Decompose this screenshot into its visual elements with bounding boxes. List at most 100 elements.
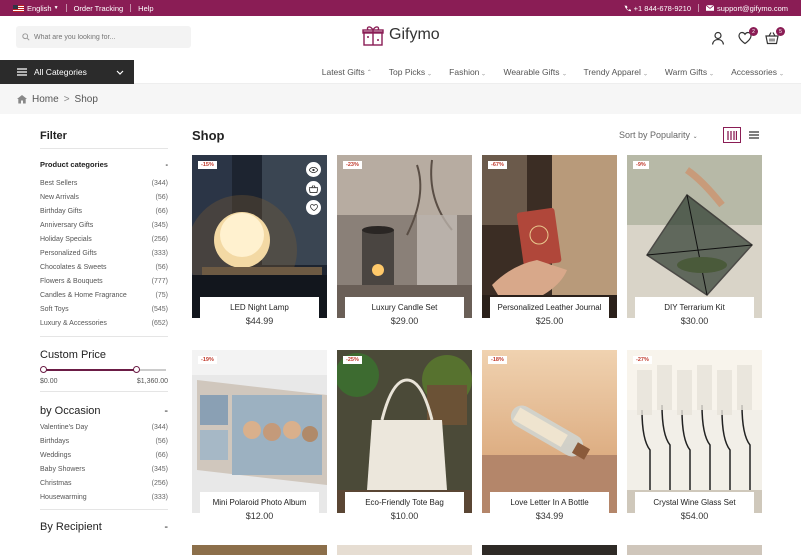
- product-card[interactable]: [192, 545, 327, 555]
- nav-item[interactable]: Wearable Gifts ⌃: [503, 67, 566, 77]
- price-max-handle[interactable]: [133, 366, 140, 373]
- quick-view-button[interactable]: [306, 162, 321, 177]
- wishlist-count-badge: 2: [749, 27, 758, 36]
- product-card[interactable]: [482, 545, 617, 555]
- filter-list-item[interactable]: Baby Showers (345): [40, 462, 168, 476]
- chevron-down-icon: ⌃: [427, 68, 433, 75]
- filter-list-item[interactable]: Anniversary Gifts (345): [40, 218, 168, 232]
- email-link[interactable]: support@gifymo.com: [706, 4, 788, 13]
- recipient-header[interactable]: By Recipient -: [40, 521, 168, 533]
- price-max-label: $1,360.00: [136, 378, 168, 385]
- divider: [698, 4, 700, 12]
- top-bar: English ▼ Order Tracking Help +1 844-678-…: [0, 0, 801, 16]
- product-card[interactable]: -9% DIY Terrarium Kit $30.00: [627, 155, 762, 337]
- occasion-header[interactable]: by Occasion -: [40, 405, 168, 417]
- product-name[interactable]: Love Letter In A Bottle: [490, 498, 609, 507]
- product-info: Personalized Leather Journal $25.00: [490, 297, 609, 337]
- nav-item[interactable]: Latest Gifts ⌃: [322, 67, 372, 77]
- filter-list-item[interactable]: Housewarming (333): [40, 490, 168, 504]
- filter-list-item[interactable]: Birthday Gifts (66): [40, 204, 168, 218]
- filter-title: Filter: [40, 130, 67, 142]
- help-link[interactable]: Help: [138, 4, 153, 13]
- wishlist-button[interactable]: 2: [738, 27, 758, 47]
- search-input[interactable]: [34, 33, 184, 41]
- breadcrumb-current: Shop: [74, 93, 98, 105]
- home-icon: [17, 95, 27, 104]
- language-selector[interactable]: English ▼: [13, 4, 59, 13]
- chevron-down-icon: ▼: [53, 5, 59, 11]
- cart-count-badge: 5: [776, 27, 785, 36]
- price-min-handle[interactable]: [40, 366, 47, 373]
- breadcrumb-home-link[interactable]: Home: [32, 94, 59, 105]
- product-name[interactable]: Crystal Wine Glass Set: [635, 498, 754, 507]
- product-card[interactable]: -67% Personalized Leather Journal $25.00: [482, 155, 617, 337]
- product-image[interactable]: -27%: [627, 350, 762, 513]
- all-categories-button[interactable]: All Categories: [0, 60, 134, 84]
- filter-list-item[interactable]: Personalized Gifts (333): [40, 246, 168, 260]
- search-icon: [22, 33, 30, 41]
- filter-list-item[interactable]: Weddings (66): [40, 448, 168, 462]
- product-name[interactable]: Mini Polaroid Photo Album: [200, 498, 319, 507]
- product-name[interactable]: DIY Terrarium Kit: [635, 303, 754, 312]
- add-to-cart-button[interactable]: [306, 181, 321, 196]
- product-image[interactable]: -25%: [337, 350, 472, 513]
- product-image[interactable]: -67%: [482, 155, 617, 318]
- discount-badge: -18%: [488, 356, 507, 364]
- filter-list-item[interactable]: Soft Toys (545): [40, 302, 168, 316]
- product-image[interactable]: -15%: [192, 155, 327, 318]
- collapse-toggle[interactable]: -: [164, 405, 168, 417]
- product-info: DIY Terrarium Kit $30.00: [635, 297, 754, 337]
- filter-list-item[interactable]: Birthdays (56): [40, 434, 168, 448]
- product-card[interactable]: -25% Eco-Friendly Tote Bag $10.00: [337, 350, 472, 532]
- filter-list-item[interactable]: Chocolates & Sweets (56): [40, 260, 168, 274]
- nav-item[interactable]: Accessories ⌃: [731, 67, 784, 77]
- product-name[interactable]: Eco-Friendly Tote Bag: [345, 498, 464, 507]
- product-info: Love Letter In A Bottle $34.99: [490, 492, 609, 532]
- product-image[interactable]: -23%: [337, 155, 472, 318]
- product-image[interactable]: -18%: [482, 350, 617, 513]
- nav-item[interactable]: Trendy Apparel ⌃: [584, 67, 648, 77]
- product-image[interactable]: -19%: [192, 350, 327, 513]
- search-box[interactable]: [16, 26, 191, 48]
- product-card[interactable]: -27% Crystal Wine Glass Set $54.00: [627, 350, 762, 532]
- product-card[interactable]: -19% Mini Polaroid Photo Album $12.00: [192, 350, 327, 532]
- phone-link[interactable]: +1 844-678-9210: [624, 4, 691, 13]
- product-card[interactable]: [627, 545, 762, 555]
- filter-list-item[interactable]: Valentine's Day (344): [40, 420, 168, 434]
- product-card[interactable]: -23% Luxury Candle Set $29.00: [337, 155, 472, 337]
- list-view-button[interactable]: [745, 127, 763, 143]
- product-name[interactable]: Personalized Leather Journal: [490, 303, 609, 312]
- filter-list-item[interactable]: Holiday Specials (256): [40, 232, 168, 246]
- product-categories-header[interactable]: Product categories -: [40, 160, 168, 169]
- sort-select[interactable]: Sort by Popularity ⌄: [619, 130, 698, 140]
- add-to-wishlist-button[interactable]: [306, 200, 321, 215]
- filter-list-item[interactable]: New Arrivals (56): [40, 190, 168, 204]
- filter-list-item[interactable]: Christmas (256): [40, 476, 168, 490]
- cart-button[interactable]: 5: [765, 27, 785, 47]
- order-tracking-link[interactable]: Order Tracking: [74, 4, 124, 13]
- price-slider[interactable]: [40, 365, 168, 375]
- product-card[interactable]: -18% Love Letter In A Bottle $34.99: [482, 350, 617, 532]
- product-card[interactable]: -15% LED Night Lamp $44.99: [192, 155, 327, 337]
- product-image[interactable]: -9%: [627, 155, 762, 318]
- collapse-toggle[interactable]: -: [164, 521, 168, 533]
- site-header: Gifymo 2 5: [0, 16, 801, 60]
- filter-list-item[interactable]: Best Sellers (344): [40, 176, 168, 190]
- filter-list-item[interactable]: Luxury & Accessories (652): [40, 316, 168, 330]
- grid-view-button[interactable]: [723, 127, 741, 143]
- site-logo[interactable]: Gifymo: [361, 23, 440, 47]
- account-button[interactable]: [711, 31, 727, 47]
- product-name[interactable]: LED Night Lamp: [200, 303, 319, 312]
- filter-list-item[interactable]: Flowers & Bouquets (777): [40, 274, 168, 288]
- nav-item[interactable]: Top Picks ⌃: [389, 67, 432, 77]
- collapse-toggle[interactable]: -: [166, 160, 169, 169]
- filter-sidebar: Product categories - Best Sellers (344) Ne…: [40, 148, 168, 533]
- product-card[interactable]: [337, 545, 472, 555]
- eye-icon: [309, 166, 318, 173]
- filter-list-item[interactable]: Candles & Home Fragrance (75): [40, 288, 168, 302]
- product-info: Eco-Friendly Tote Bag $10.00: [345, 492, 464, 532]
- nav-item[interactable]: Warm Gifts ⌃: [665, 67, 714, 77]
- product-name[interactable]: Luxury Candle Set: [345, 303, 464, 312]
- basket-icon: [309, 184, 318, 193]
- nav-item[interactable]: Fashion ⌃: [449, 67, 486, 77]
